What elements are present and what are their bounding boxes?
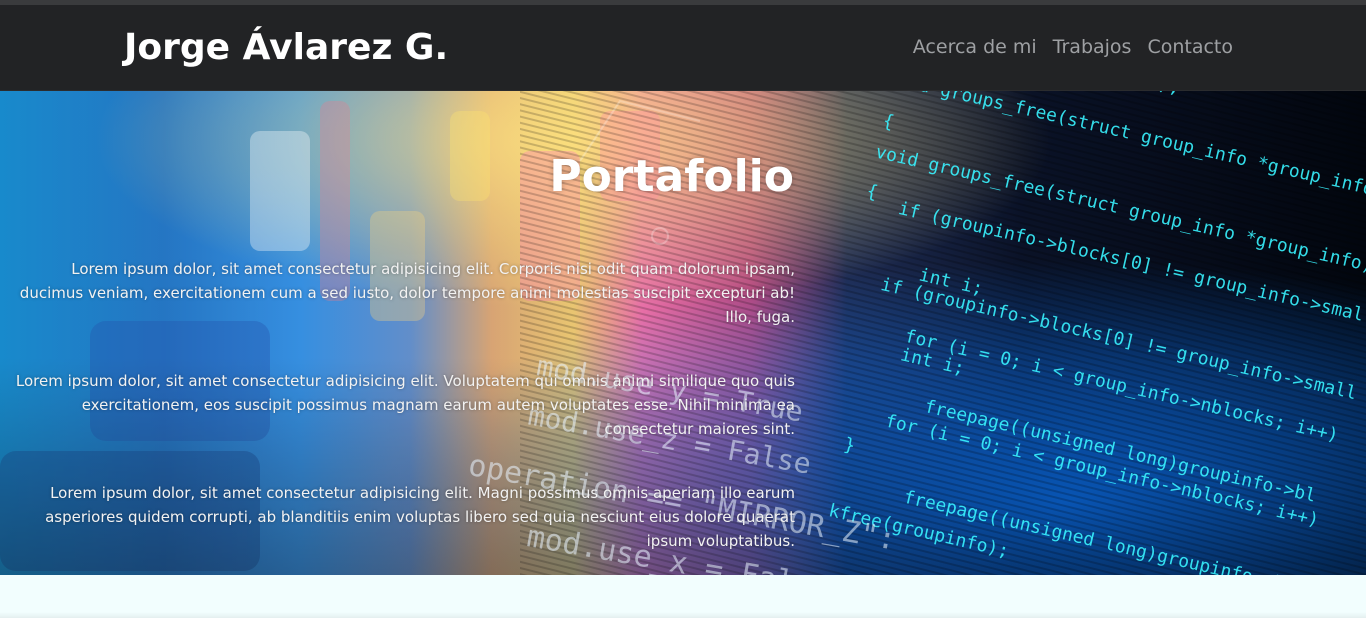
nav-link-acerca[interactable]: Acerca de mi — [913, 36, 1037, 58]
hero-text-block: Lorem ipsum dolor, sit amet consectetur … — [5, 257, 795, 575]
page-bottom-shadow — [0, 612, 1366, 618]
brand-logo-link[interactable]: Jorge Ávlarez G. — [124, 27, 448, 68]
navbar: Jorge Ávlarez G. Acerca de mi Trabajos C… — [0, 5, 1366, 91]
hero-section: EXPORTSYMBOL(groupsalloc); void groups_f… — [0, 91, 1366, 575]
hero-title: Portafolio — [549, 151, 794, 202]
hero-paragraph-2: Lorem ipsum dolor, sit amet consectetur … — [15, 372, 795, 438]
hero-paragraph-3: Lorem ipsum dolor, sit amet consectetur … — [45, 484, 795, 550]
nav-link-contacto[interactable]: Contacto — [1147, 36, 1233, 58]
hero-paragraph-1: Lorem ipsum dolor, sit amet consectetur … — [19, 260, 795, 326]
nav-link-trabajos[interactable]: Trabajos — [1053, 36, 1132, 58]
nav-links: Acerca de mi Trabajos Contacto — [913, 36, 1233, 58]
